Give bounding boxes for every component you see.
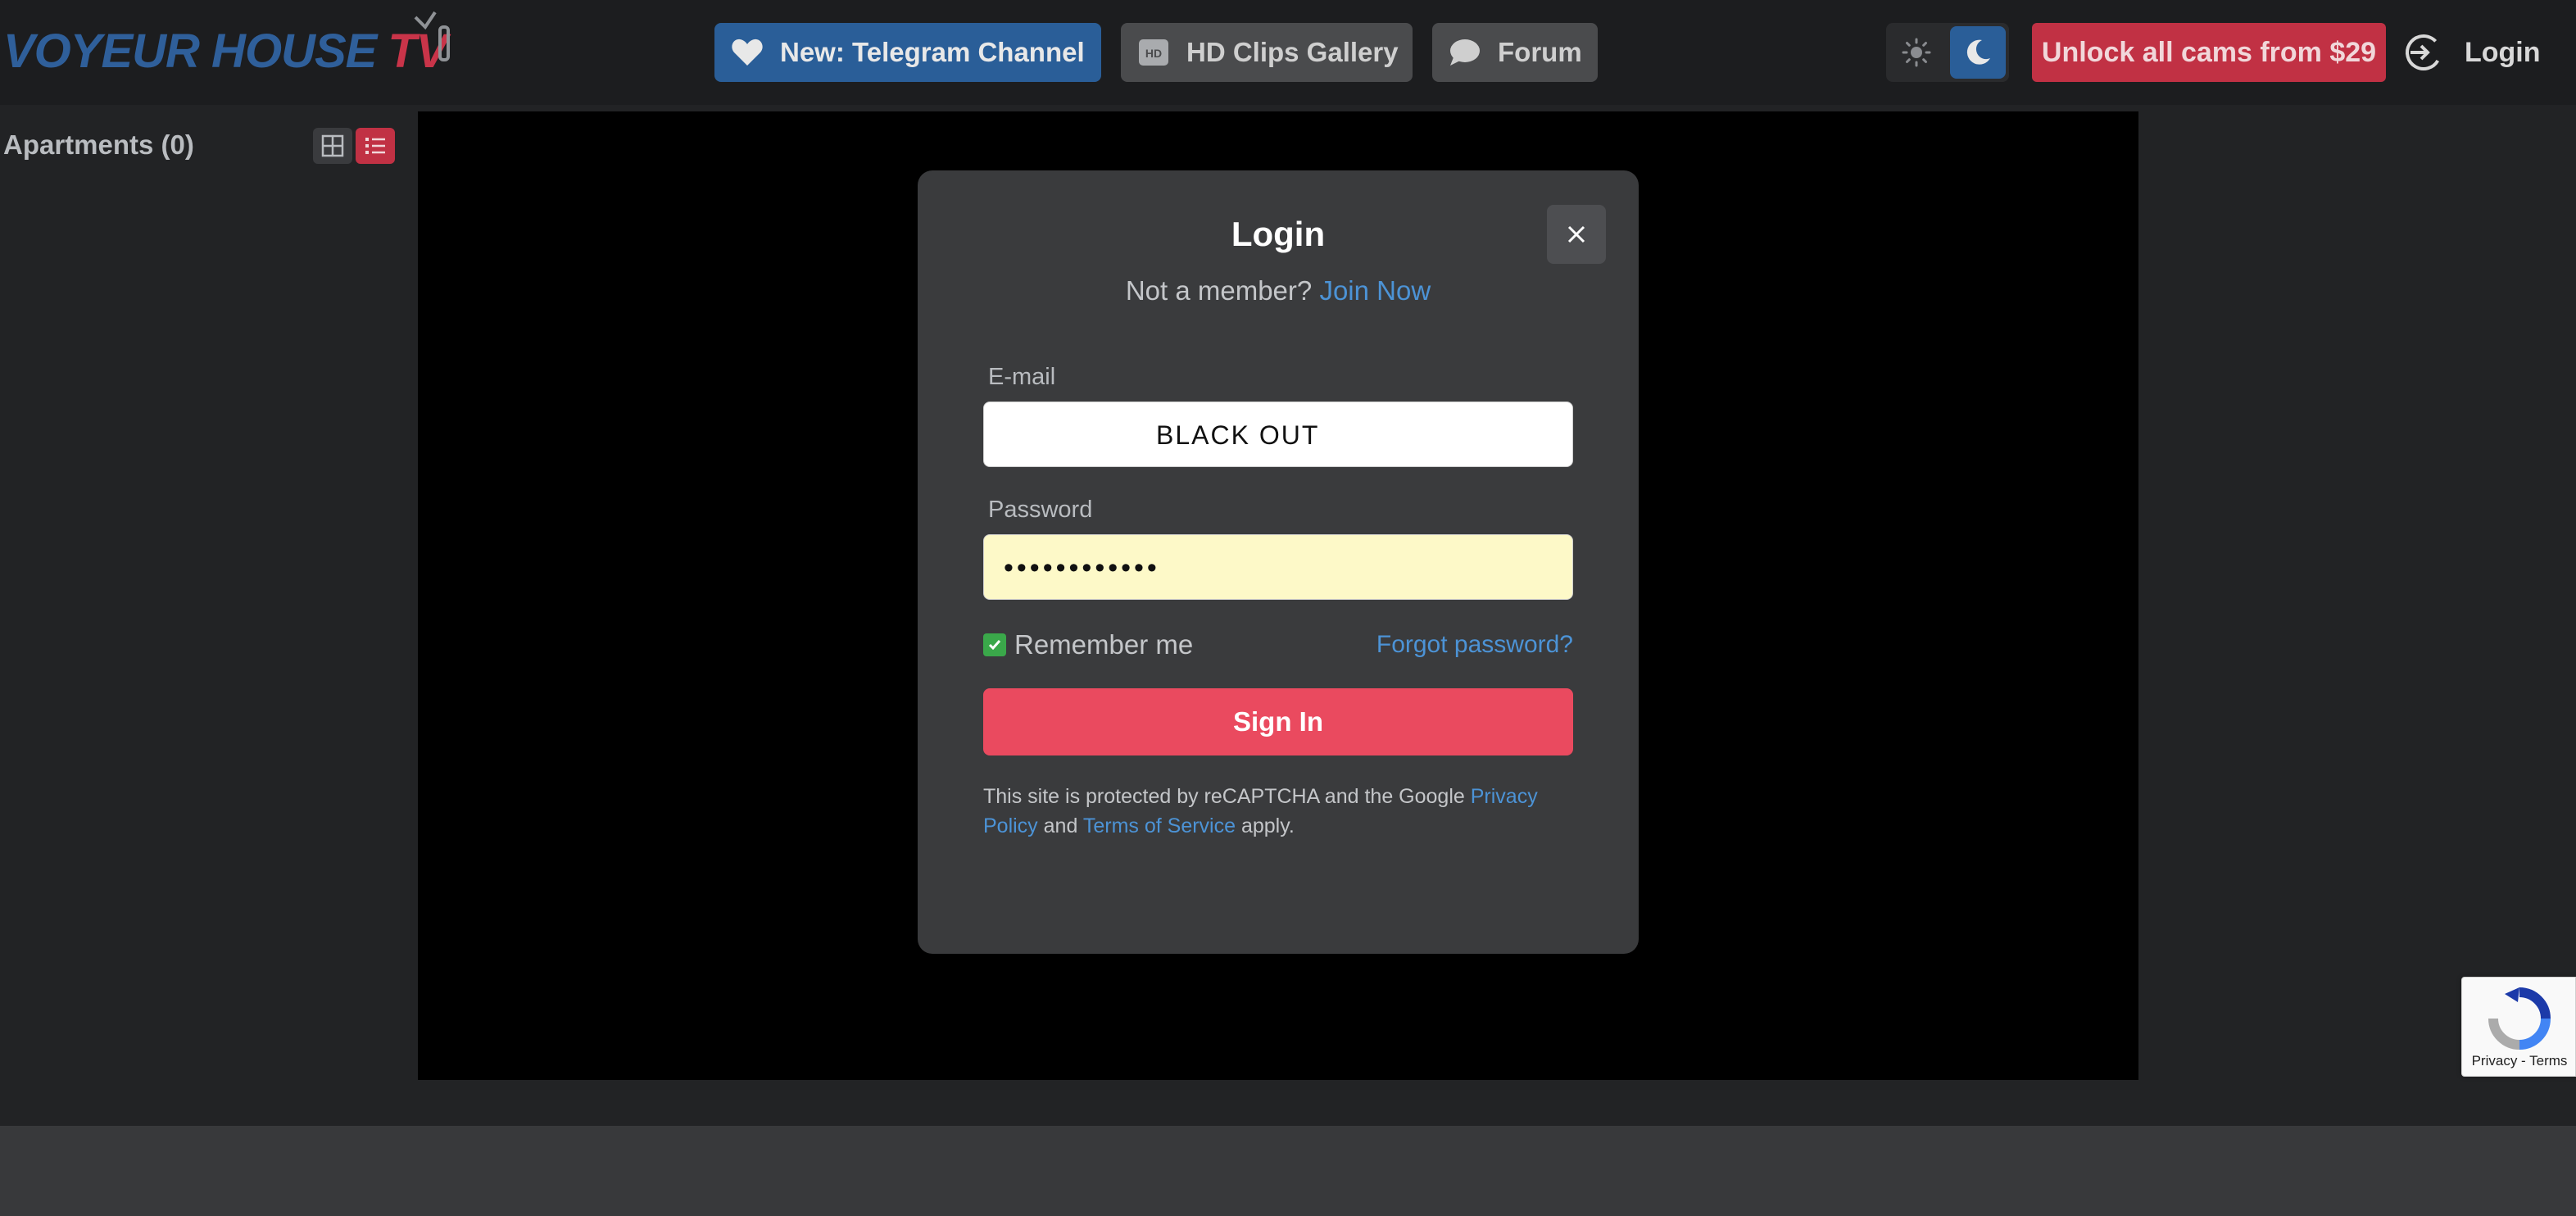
- theme-toggle: [1886, 23, 2009, 82]
- check-icon: [988, 640, 1001, 651]
- site-header: VOYEUR HOUSE TV New: Telegram Channel HD…: [0, 0, 2576, 105]
- site-logo[interactable]: VOYEUR HOUSE TV: [3, 11, 451, 79]
- recaptcha-links[interactable]: Privacy - Terms: [2462, 1053, 2576, 1069]
- modal-title: Login: [1231, 215, 1326, 253]
- heart-icon: [729, 34, 765, 70]
- footer: [0, 1126, 2576, 1216]
- tv-antenna-icon: [414, 11, 451, 61]
- header-login-label: Login: [2465, 36, 2541, 68]
- not-member-text: Not a member?: [1125, 275, 1313, 306]
- login-arrow-icon: [2406, 34, 2442, 70]
- apartments-title: Apartments (0): [3, 129, 194, 160]
- logo-text: VOYEUR HOUSE: [3, 25, 377, 78]
- telegram-channel-button[interactable]: New: Telegram Channel: [714, 23, 1101, 82]
- dark-theme-button[interactable]: [1950, 26, 2006, 79]
- hd-clips-label: HD Clips Gallery: [1186, 37, 1399, 67]
- recaptcha-notice: This site is protected by reCAPTCHA and …: [983, 782, 1573, 841]
- list-view-icon: [365, 138, 385, 154]
- grid-view-button[interactable]: [313, 128, 352, 164]
- hd-clips-button[interactable]: HD HD Clips Gallery: [1121, 23, 1413, 82]
- list-view-button[interactable]: [356, 128, 395, 164]
- moon-icon: [1966, 39, 1990, 65]
- login-modal: Login Not a member? Join Now E-mail BLAC…: [918, 170, 1639, 954]
- recaptcha-and: and: [1037, 814, 1083, 837]
- password-value: ••••••••••••: [1004, 552, 1160, 583]
- recaptcha-text: This site is protected by reCAPTCHA and …: [983, 785, 1471, 808]
- password-label: Password: [988, 497, 1093, 523]
- unlock-cams-button[interactable]: Unlock all cams from $29: [2032, 23, 2386, 82]
- grid-view-icon: [321, 134, 344, 157]
- forgot-password-link[interactable]: Forgot password?: [1376, 631, 1573, 659]
- forum-button[interactable]: Forum: [1432, 23, 1598, 82]
- remember-checkbox[interactable]: [983, 633, 1006, 656]
- forum-label: Forum: [1498, 37, 1582, 67]
- sun-icon: [1902, 38, 1931, 67]
- email-value: BLACK OUT: [1156, 420, 1320, 450]
- join-prompt: Not a member? Join Now: [918, 275, 1639, 306]
- terms-of-service-link[interactable]: Terms of Service: [1083, 814, 1236, 837]
- recaptcha-icon: [2488, 987, 2551, 1050]
- remember-label: Remember me: [1014, 629, 1194, 660]
- recaptcha-badge[interactable]: Privacy - Terms: [2461, 977, 2576, 1077]
- join-now-link[interactable]: Join Now: [1319, 275, 1431, 306]
- chat-bubble-icon: [1447, 34, 1483, 70]
- email-label: E-mail: [988, 364, 1056, 390]
- recaptcha-apply: apply.: [1236, 814, 1295, 837]
- email-field[interactable]: BLACK OUT: [983, 402, 1573, 467]
- close-button[interactable]: [1547, 205, 1606, 264]
- close-icon: [1567, 225, 1585, 243]
- remember-me[interactable]: Remember me: [983, 629, 1193, 660]
- password-field[interactable]: ••••••••••••: [983, 534, 1573, 600]
- light-theme-button[interactable]: [1886, 23, 1947, 82]
- logo-tv-text: TV: [388, 11, 451, 79]
- hd-icon: HD: [1136, 34, 1172, 70]
- telegram-channel-label: New: Telegram Channel: [780, 37, 1085, 67]
- header-login-button[interactable]: Login: [2404, 23, 2541, 82]
- svg-text:HD: HD: [1145, 47, 1162, 60]
- sign-in-button[interactable]: Sign In: [983, 688, 1573, 755]
